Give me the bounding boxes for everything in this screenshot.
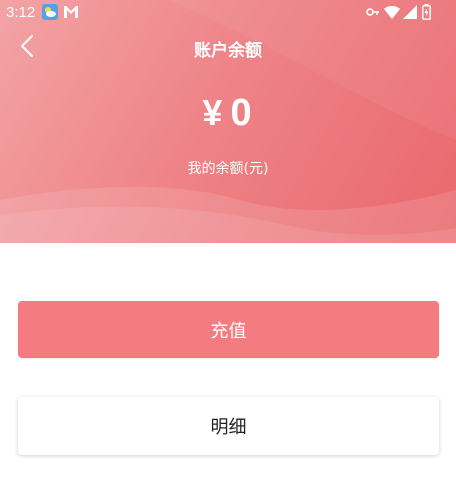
detail-button[interactable]: 明细 bbox=[18, 397, 439, 455]
recharge-button[interactable]: 充值 bbox=[18, 301, 439, 358]
weather-icon bbox=[42, 4, 58, 20]
vpn-key-icon bbox=[366, 8, 379, 16]
page-title: 账户余额 bbox=[194, 41, 262, 61]
signal-icon bbox=[403, 5, 417, 19]
wifi-icon bbox=[384, 6, 400, 19]
currency-symbol: ¥ bbox=[202, 92, 225, 133]
battery-charging-icon bbox=[422, 4, 431, 20]
gmail-icon bbox=[64, 6, 78, 18]
balance-amount: ¥0 bbox=[0, 92, 456, 135]
status-bar: 3:12 bbox=[0, 0, 456, 26]
balance-label: 我的余额(元) bbox=[187, 161, 269, 177]
balance-value: 0 bbox=[230, 92, 254, 134]
status-time: 3:12 bbox=[6, 4, 36, 21]
balance-header: 3:12 账户余额 ¥ 0 我的余额(元) bbox=[0, 0, 456, 243]
